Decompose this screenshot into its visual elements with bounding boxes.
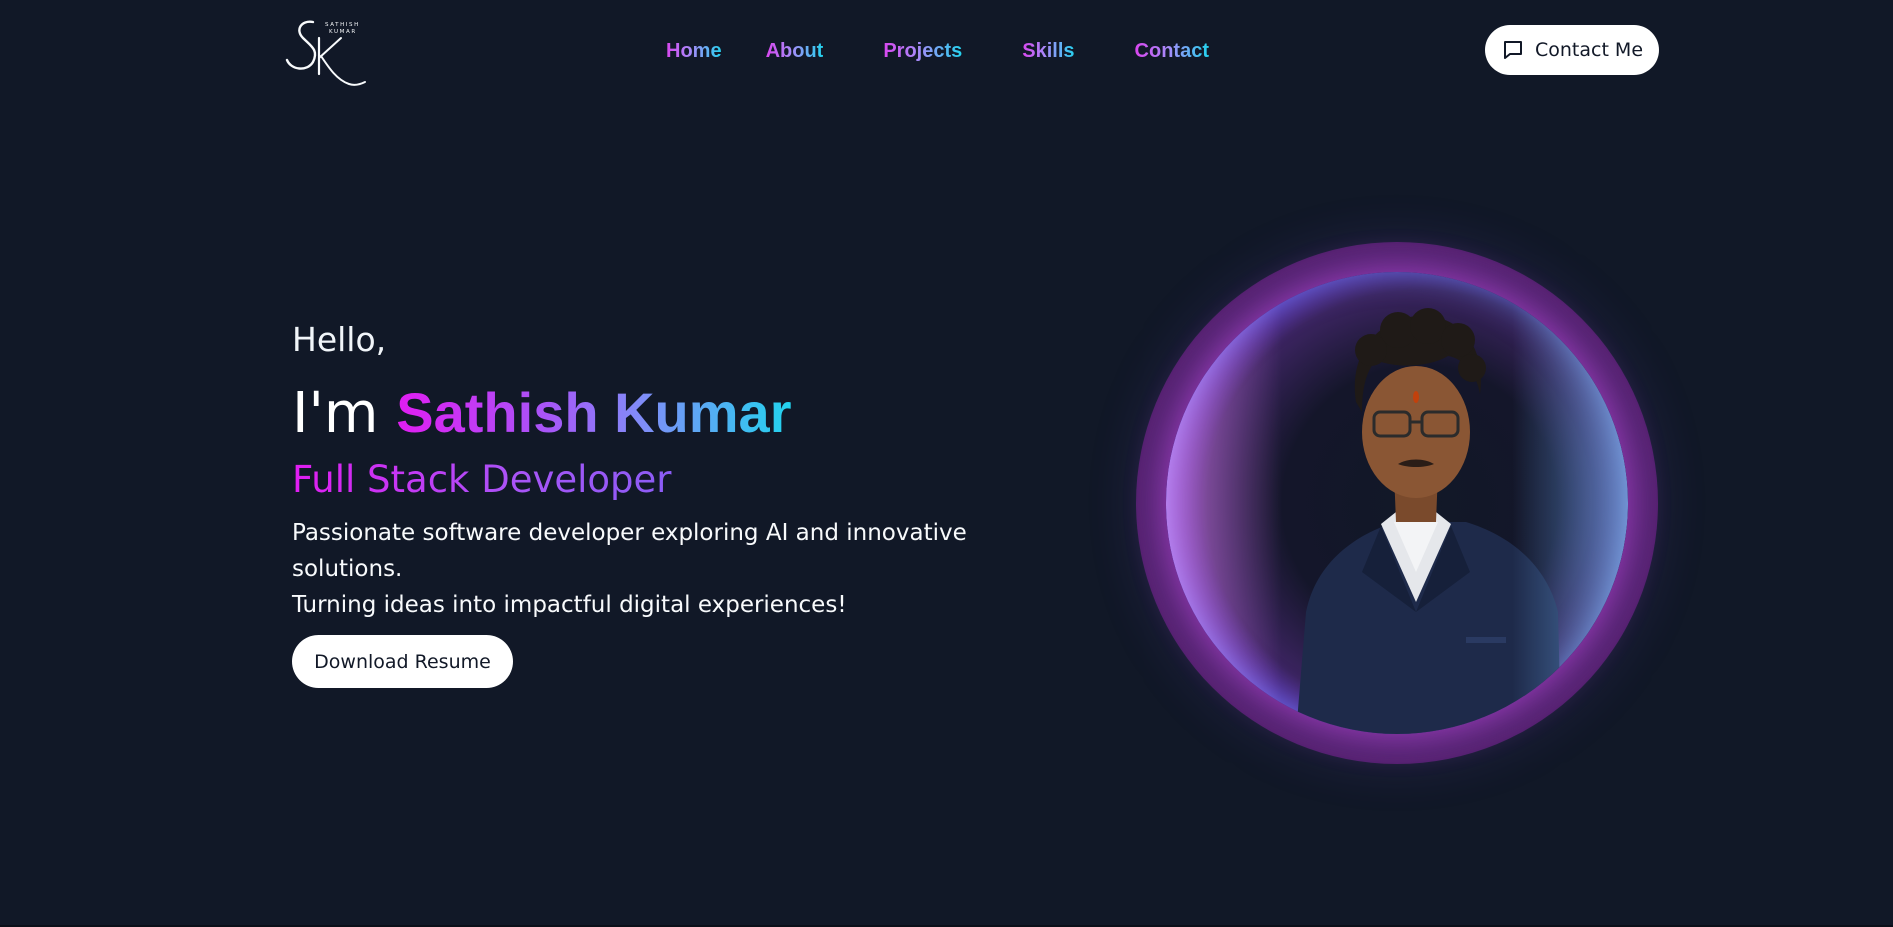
- hero-heading: I'm Sathish Kumar: [292, 380, 992, 447]
- role-title: Full Stack Developer: [292, 458, 672, 501]
- hero-intro: Hello, I'm Sathish Kumar Full Stack Deve…: [292, 320, 992, 688]
- intro-prefix: I'm: [292, 381, 379, 446]
- logo[interactable]: SATHISH KUMAR: [283, 16, 369, 90]
- nav-contact[interactable]: Contact: [1135, 38, 1209, 64]
- description-line: Passionate software developer exploring …: [292, 520, 967, 582]
- nav-skills[interactable]: Skills: [1022, 38, 1074, 64]
- main-nav: Home About Projects Skills Contact: [666, 38, 1209, 64]
- message-square-icon: [1501, 38, 1525, 62]
- hero-name: Sathish Kumar: [396, 381, 792, 444]
- page: SATHISH KUMAR Home About Projects Skills…: [0, 0, 1893, 927]
- contact-me-button[interactable]: Contact Me: [1485, 25, 1659, 75]
- profile-portrait: [1136, 242, 1658, 764]
- nav-about[interactable]: About: [766, 38, 824, 64]
- greeting: Hello,: [292, 320, 387, 359]
- hero-description: Passionate software developer exploring …: [292, 515, 972, 623]
- download-resume-button[interactable]: Download Resume: [292, 635, 513, 688]
- contact-me-label: Contact Me: [1534, 39, 1644, 61]
- site-header: SATHISH KUMAR Home About Projects Skills…: [0, 0, 1893, 100]
- portrait-circle: [1166, 272, 1628, 734]
- svg-text:KUMAR: KUMAR: [329, 29, 357, 35]
- portrait-rim: [1166, 272, 1628, 734]
- logo-text: SATHISH: [325, 22, 360, 28]
- nav-projects[interactable]: Projects: [883, 38, 962, 64]
- nav-home[interactable]: Home: [666, 38, 722, 64]
- description-line: Turning ideas into impactful digital exp…: [292, 592, 847, 618]
